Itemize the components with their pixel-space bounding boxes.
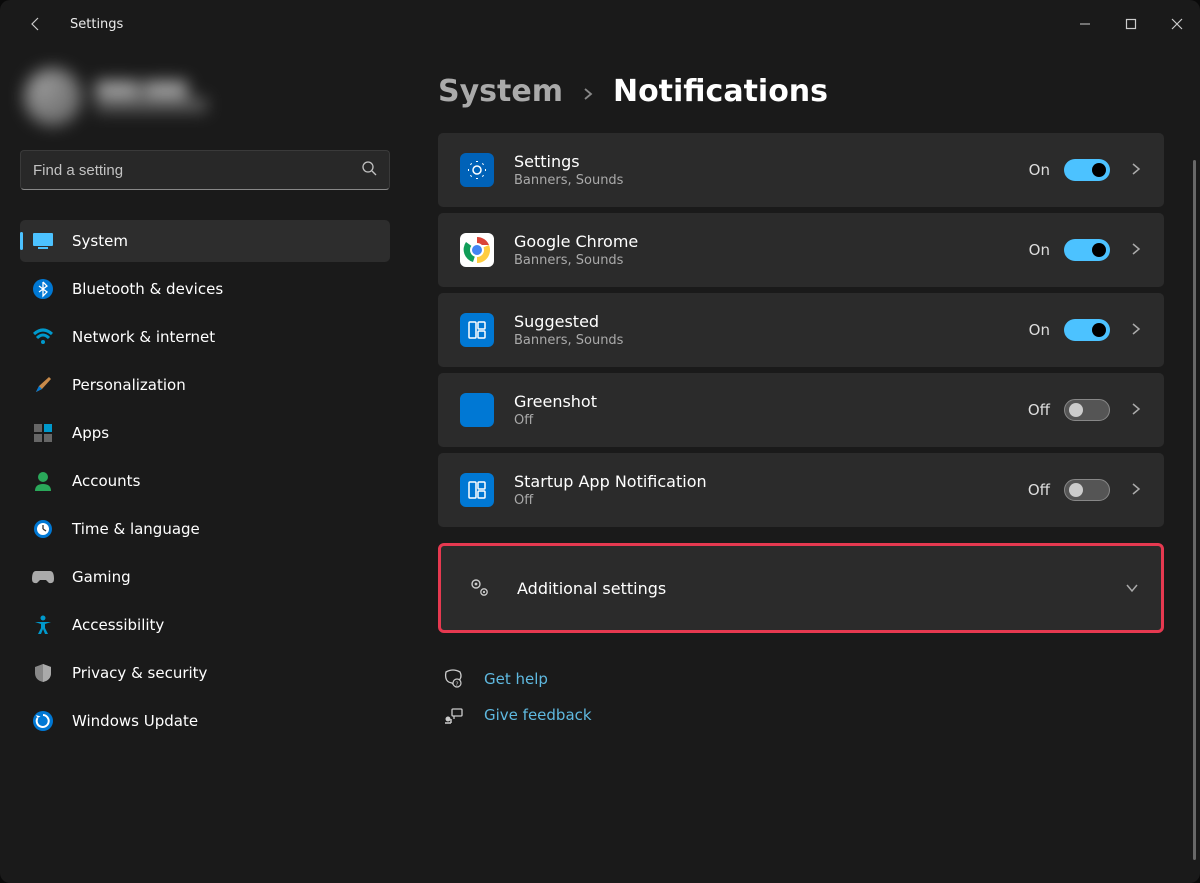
chevron-right-icon <box>1130 321 1142 340</box>
sidebar-item-label: Accessibility <box>72 616 164 634</box>
chevron-down-icon <box>1125 579 1139 598</box>
notification-toggle[interactable] <box>1064 319 1110 341</box>
notification-toggle[interactable] <box>1064 159 1110 181</box>
give-feedback-link[interactable]: Give feedback <box>442 705 1164 725</box>
apps-icon <box>32 422 54 444</box>
chevron-right-icon <box>1130 401 1142 420</box>
sidebar-item-time[interactable]: Time & language <box>20 508 390 550</box>
additional-settings-row[interactable]: Additional settings <box>438 543 1164 633</box>
widgets-icon <box>460 313 494 347</box>
sidebar-item-apps[interactable]: Apps <box>20 412 390 454</box>
notification-toggle[interactable] <box>1064 399 1110 421</box>
app-name: Settings <box>514 152 1029 171</box>
widgets-icon <box>460 473 494 507</box>
search-icon <box>361 160 377 180</box>
sidebar-item-label: Gaming <box>72 568 131 586</box>
sidebar-item-label: Windows Update <box>72 712 198 730</box>
notification-toggle[interactable] <box>1064 239 1110 261</box>
accessibility-icon <box>32 614 54 636</box>
greenshot-icon <box>460 393 494 427</box>
avatar <box>24 68 82 126</box>
breadcrumb-parent[interactable]: System <box>438 74 563 109</box>
wifi-icon <box>32 326 54 348</box>
search-input[interactable] <box>33 162 361 179</box>
sidebar-item-accessibility[interactable]: Accessibility <box>20 604 390 646</box>
minimize-button[interactable] <box>1062 4 1108 44</box>
app-name: Suggested <box>514 312 1029 331</box>
scrollbar[interactable] <box>1193 160 1196 860</box>
notification-app-row[interactable]: Settings Banners, Sounds On <box>438 133 1164 207</box>
toggle-state-label: On <box>1029 241 1050 259</box>
chevron-right-icon <box>1130 241 1142 260</box>
notification-toggle[interactable] <box>1064 479 1110 501</box>
app-title: Settings <box>70 17 123 32</box>
app-name: Greenshot <box>514 392 1028 411</box>
search-box[interactable] <box>20 150 390 190</box>
get-help-label: Get help <box>484 670 548 688</box>
notification-app-row[interactable]: Google Chrome Banners, Sounds On <box>438 213 1164 287</box>
sidebar-item-personalization[interactable]: Personalization <box>20 364 390 406</box>
notification-app-row[interactable]: Greenshot Off Off <box>438 373 1164 447</box>
app-sub: Off <box>514 413 1028 428</box>
clock-icon <box>32 518 54 540</box>
gamepad-icon <box>32 566 54 588</box>
get-help-link[interactable]: ? Get help <box>442 669 1164 689</box>
app-name: Startup App Notification <box>514 472 1028 491</box>
bluetooth-icon <box>32 278 54 300</box>
app-sub: Banners, Sounds <box>514 173 1029 188</box>
back-button[interactable] <box>20 8 52 40</box>
toggle-state-label: Off <box>1028 481 1050 499</box>
sidebar-item-label: Accounts <box>72 472 140 490</box>
give-feedback-label: Give feedback <box>484 706 592 724</box>
sidebar-item-label: System <box>72 232 128 250</box>
nav-list: System Bluetooth & devices Network & int… <box>20 220 390 742</box>
sidebar-item-accounts[interactable]: Accounts <box>20 460 390 502</box>
chevron-right-icon <box>1130 481 1142 500</box>
chevron-right-icon <box>1130 161 1142 180</box>
settings-app-icon <box>460 153 494 187</box>
user-info[interactable]: ████ ████ ████████████ <box>20 68 390 126</box>
notification-app-row[interactable]: Suggested Banners, Sounds On <box>438 293 1164 367</box>
toggle-state-label: On <box>1029 161 1050 179</box>
notification-app-row[interactable]: Startup App Notification Off Off <box>438 453 1164 527</box>
sidebar-item-system[interactable]: System <box>20 220 390 262</box>
app-sub: Banners, Sounds <box>514 253 1029 268</box>
app-sub: Off <box>514 493 1028 508</box>
app-name: Google Chrome <box>514 232 1029 251</box>
svg-text:?: ? <box>455 681 458 688</box>
system-icon <box>32 230 54 252</box>
sidebar-item-privacy[interactable]: Privacy & security <box>20 652 390 694</box>
feedback-icon <box>442 705 464 725</box>
sidebar-item-bluetooth[interactable]: Bluetooth & devices <box>20 268 390 310</box>
close-button[interactable] <box>1154 4 1200 44</box>
breadcrumb: System Notifications <box>438 74 1164 109</box>
person-icon <box>32 470 54 492</box>
sidebar-item-label: Privacy & security <box>72 664 207 682</box>
sidebar-item-network[interactable]: Network & internet <box>20 316 390 358</box>
page-title: Notifications <box>613 74 828 109</box>
sidebar-item-update[interactable]: Windows Update <box>20 700 390 742</box>
sidebar-item-label: Bluetooth & devices <box>72 280 223 298</box>
help-icon: ? <box>442 669 464 689</box>
user-email: ████████████ <box>96 98 207 112</box>
gear-icon <box>463 576 497 600</box>
update-icon <box>32 710 54 732</box>
sidebar-item-label: Network & internet <box>72 328 215 346</box>
chevron-right-icon <box>581 82 595 106</box>
sidebar-item-label: Personalization <box>72 376 186 394</box>
chrome-icon <box>460 233 494 267</box>
toggle-state-label: On <box>1029 321 1050 339</box>
sidebar-item-label: Apps <box>72 424 109 442</box>
shield-icon <box>32 662 54 684</box>
maximize-button[interactable] <box>1108 4 1154 44</box>
brush-icon <box>32 374 54 396</box>
notification-app-list: Settings Banners, Sounds On Google Chrom… <box>438 133 1164 633</box>
sidebar-item-gaming[interactable]: Gaming <box>20 556 390 598</box>
additional-settings-label: Additional settings <box>517 579 1125 598</box>
user-name: ████ ████ <box>96 82 207 98</box>
sidebar-item-label: Time & language <box>72 520 200 538</box>
app-sub: Banners, Sounds <box>514 333 1029 348</box>
toggle-state-label: Off <box>1028 401 1050 419</box>
